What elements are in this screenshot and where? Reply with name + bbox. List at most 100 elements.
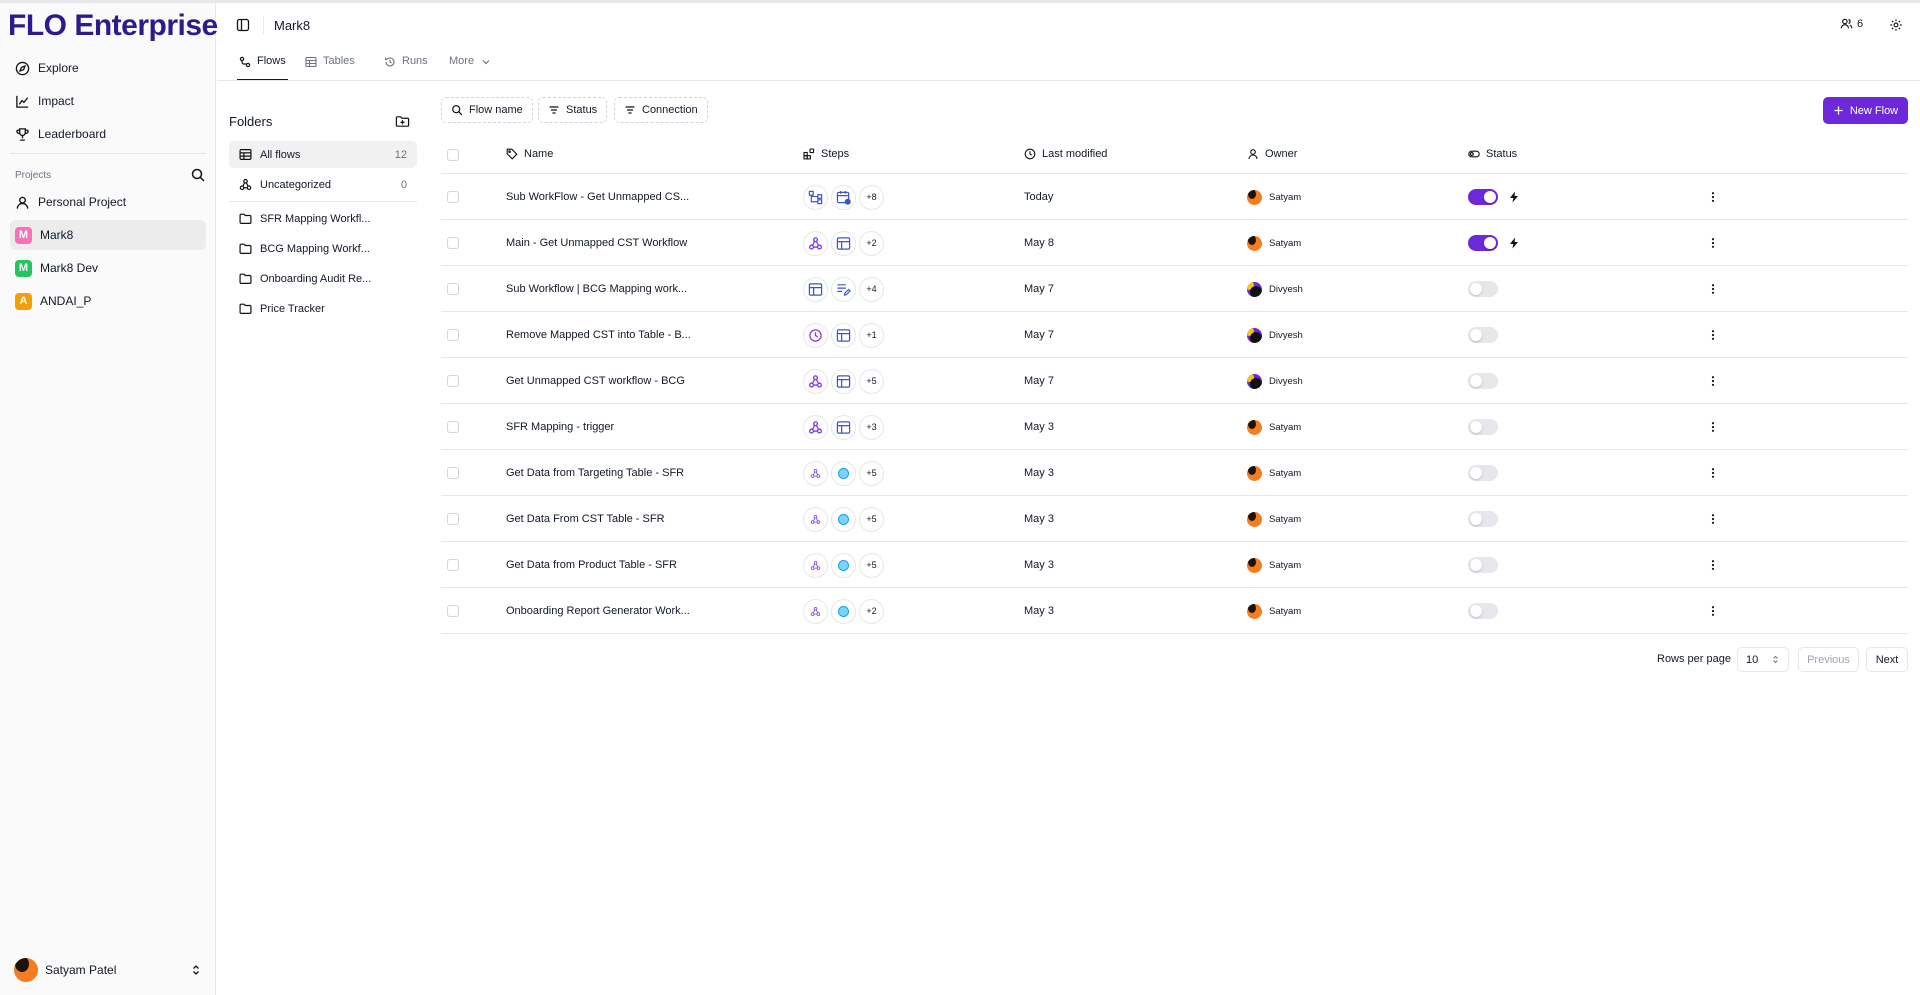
row-checkbox[interactable]	[447, 283, 459, 295]
tab-flows[interactable]: Flows	[237, 52, 288, 81]
row-checkbox[interactable]	[447, 191, 459, 203]
status-toggle[interactable]	[1468, 327, 1498, 343]
gear-icon[interactable]	[1889, 18, 1903, 32]
next-page-button[interactable]: Next	[1866, 647, 1908, 672]
owner-name: Satyam	[1269, 191, 1302, 203]
nav-explore[interactable]: Explore	[10, 54, 206, 82]
avatar	[1247, 235, 1262, 251]
flow-name[interactable]: Get Data from Product Table - SFR	[506, 542, 736, 588]
users-icon	[1840, 17, 1853, 30]
filter-flow-name[interactable]: Flow name	[441, 97, 533, 123]
nav-impact[interactable]: Impact	[10, 87, 206, 115]
new-flow-button[interactable]: New Flow	[1823, 97, 1908, 124]
more-vertical-icon[interactable]	[1703, 496, 1723, 542]
owner: Satyam	[1247, 404, 1301, 450]
nav-leaderboard[interactable]: Leaderboard	[10, 120, 206, 148]
folder-uncategorized[interactable]: Uncategorized 0	[229, 171, 417, 198]
rows-per-page-select[interactable]: 10	[1737, 647, 1789, 672]
tab-runs[interactable]: Runs	[382, 52, 430, 81]
table-row[interactable]: Sub WorkFlow - Get Unmapped CS... +8 Tod…	[441, 174, 1908, 220]
lightning-icon	[1508, 191, 1520, 203]
more-vertical-icon[interactable]	[1703, 358, 1723, 404]
user-name: Satyam Patel	[45, 963, 117, 977]
more-vertical-icon[interactable]	[1703, 542, 1723, 588]
flow-name[interactable]: Get Unmapped CST workflow - BCG	[506, 358, 736, 404]
status-toggle[interactable]	[1468, 419, 1498, 435]
row-checkbox[interactable]	[447, 513, 459, 525]
add-folder-icon[interactable]	[395, 114, 410, 129]
row-checkbox[interactable]	[447, 421, 459, 433]
select-all-checkbox[interactable]	[447, 149, 459, 161]
row-checkbox[interactable]	[447, 237, 459, 249]
status-toggle[interactable]	[1468, 189, 1498, 205]
more-vertical-icon[interactable]	[1703, 450, 1723, 496]
row-checkbox[interactable]	[447, 559, 459, 571]
row-checkbox[interactable]	[447, 329, 459, 341]
row-checkbox[interactable]	[447, 605, 459, 617]
avatar	[14, 958, 38, 982]
sidebar-toggle-icon[interactable]	[236, 18, 250, 32]
row-checkbox[interactable]	[447, 375, 459, 387]
more-vertical-icon[interactable]	[1703, 588, 1723, 634]
flow-name[interactable]: Sub WorkFlow - Get Unmapped CS...	[506, 174, 736, 220]
more-vertical-icon[interactable]	[1703, 266, 1723, 312]
flow-name[interactable]: Main - Get Unmapped CST Workflow	[506, 220, 736, 266]
more-vertical-icon[interactable]	[1703, 312, 1723, 358]
tab-tables-label: Tables	[323, 55, 355, 67]
members-button[interactable]: 6	[1840, 17, 1863, 30]
last-modified: May 3	[1024, 559, 1054, 571]
tab-more[interactable]: More	[447, 52, 494, 81]
more-vertical-icon[interactable]	[1703, 174, 1723, 220]
table-row[interactable]: Get Data from Product Table - SFR +5 May…	[441, 542, 1908, 588]
owner: Satyam	[1247, 220, 1301, 266]
status-toggle[interactable]	[1468, 281, 1498, 297]
status-toggle[interactable]	[1468, 235, 1498, 251]
table-row[interactable]: Get Unmapped CST workflow - BCG +5 May 7…	[441, 358, 1908, 404]
column-label: Name	[524, 148, 554, 160]
more-vertical-icon[interactable]	[1703, 220, 1723, 266]
owner: Satyam	[1247, 450, 1301, 496]
project-mark8[interactable]: M Mark8	[10, 220, 206, 250]
avatar	[1247, 281, 1262, 297]
project-mark8-label: Mark8	[40, 228, 74, 242]
filter-status[interactable]: Status	[538, 97, 608, 123]
table-row[interactable]: Get Data From CST Table - SFR +5 May 3 S…	[441, 496, 1908, 542]
status-toggle[interactable]	[1468, 511, 1498, 527]
folder-item[interactable]: Onboarding Audit Re...	[229, 265, 417, 292]
table-row[interactable]: Onboarding Report Generator Work... +2 M…	[441, 588, 1908, 634]
last-modified: Today	[1024, 191, 1054, 203]
table-row[interactable]: SFR Mapping - trigger +3 May 3 Satyam	[441, 404, 1908, 450]
project-mark8-dev[interactable]: M Mark8 Dev	[10, 253, 206, 283]
table-row[interactable]: Main - Get Unmapped CST Workflow +2 May …	[441, 220, 1908, 266]
row-checkbox[interactable]	[447, 467, 459, 479]
flow-name[interactable]: Get Data From CST Table - SFR	[506, 496, 736, 542]
folder-all-flows[interactable]: All flows 12	[229, 141, 417, 168]
flow-name[interactable]: Onboarding Report Generator Work...	[506, 588, 736, 634]
steps-more-count: +5	[859, 368, 884, 394]
flow-name[interactable]: Sub Workflow | BCG Mapping work...	[506, 266, 736, 312]
folder-item[interactable]: Price Tracker	[229, 295, 417, 322]
table-row[interactable]: Sub Workflow | BCG Mapping work... +4 Ma…	[441, 266, 1908, 312]
flow-name[interactable]: Get Data from Targeting Table - SFR	[506, 450, 736, 496]
flow-name[interactable]: Remove Mapped CST into Table - B...	[506, 312, 736, 358]
tab-tables[interactable]: Tables	[303, 52, 357, 81]
table-row[interactable]: Remove Mapped CST into Table - B... +1 M…	[441, 312, 1908, 358]
user-menu[interactable]: Satyam Patel	[10, 955, 206, 985]
folder-item[interactable]: BCG Mapping Workf...	[229, 235, 417, 262]
table-icon	[831, 322, 856, 348]
project-personal[interactable]: Personal Project	[10, 187, 206, 217]
owner-name: Divyesh	[1269, 283, 1303, 295]
status-toggle[interactable]	[1468, 557, 1498, 573]
previous-page-button[interactable]: Previous	[1798, 647, 1859, 672]
status-toggle[interactable]	[1468, 465, 1498, 481]
globe-icon	[831, 506, 856, 532]
filter-connection[interactable]: Connection	[614, 97, 708, 123]
table-row[interactable]: Get Data from Targeting Table - SFR +5 M…	[441, 450, 1908, 496]
folder-item[interactable]: SFR Mapping Workfl...	[229, 205, 417, 232]
search-icon[interactable]	[190, 167, 206, 183]
status-toggle[interactable]	[1468, 373, 1498, 389]
status-toggle[interactable]	[1468, 603, 1498, 619]
more-vertical-icon[interactable]	[1703, 404, 1723, 450]
project-andai[interactable]: A ANDAI_P	[10, 286, 206, 316]
flow-name[interactable]: SFR Mapping - trigger	[506, 404, 736, 450]
